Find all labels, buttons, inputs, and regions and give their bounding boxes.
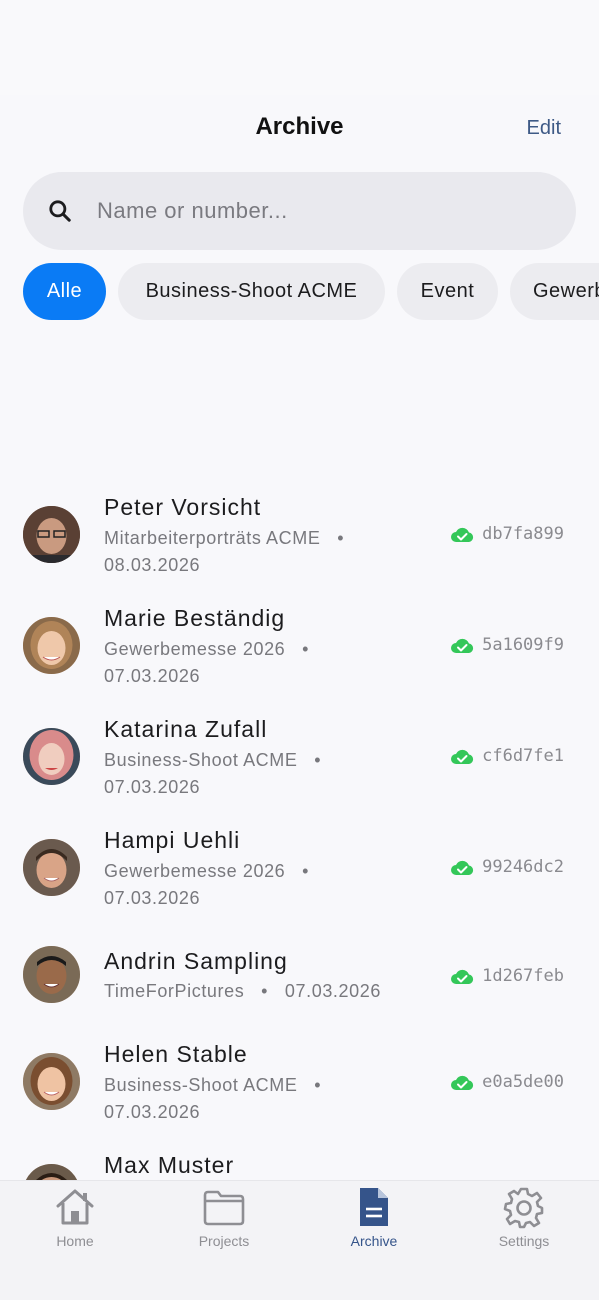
navigation-bar: Archive Edit <box>0 95 599 161</box>
cloud-check-icon <box>451 749 474 764</box>
avatar <box>23 617 80 674</box>
status-bar-area <box>0 0 599 95</box>
list-item[interactable]: Max Muster <box>0 1147 599 1180</box>
sync-status: 5a1609f9 <box>450 635 564 655</box>
filter-chip-gewerbemesse-2026[interactable]: Gewerbemesse 2026 <box>510 263 599 320</box>
sync-status: 99246dc2 <box>450 857 564 877</box>
list-item[interactable]: Marie Beständig Gewerbemesse 2026 • 07.0… <box>0 591 599 702</box>
page-title: Archive <box>255 113 344 140</box>
item-hash: db7fa899 <box>482 524 564 544</box>
item-name: Max Muster <box>104 1152 235 1178</box>
item-project: Business-Shoot ACME • <box>104 750 322 770</box>
item-hash: 1d267feb <box>482 966 564 986</box>
tab-settings-label: Settings <box>498 1233 550 1249</box>
search-bar[interactable] <box>23 172 576 250</box>
item-name: Helen Stable <box>104 1041 248 1067</box>
item-date: 07.03.2026 <box>104 666 201 686</box>
item-date: 07.03.2026 <box>104 777 201 797</box>
item-name: Peter Vorsicht <box>104 494 262 520</box>
item-date: 08.03.2026 <box>104 555 201 575</box>
tab-projects-label: Projects <box>198 1233 250 1249</box>
item-date: 07.03.2026 <box>104 1102 201 1122</box>
list-item[interactable]: Helen Stable Business-Shoot ACME • 07.03… <box>0 1036 599 1147</box>
avatar <box>23 506 80 563</box>
tab-archive[interactable]: Archive <box>314 1185 434 1249</box>
cloud-check-icon <box>451 638 474 653</box>
gear-icon <box>503 1187 544 1229</box>
filter-chips: Alle Business-Shoot ACME Event Gewerbeme… <box>23 263 599 320</box>
sync-status: 1d267feb <box>450 966 564 986</box>
avatar <box>23 839 80 896</box>
avatar <box>23 1164 80 1180</box>
item-project: Gewerbemesse 2026 • <box>104 639 310 659</box>
filter-chip-alle[interactable]: Alle <box>23 263 106 320</box>
tab-settings[interactable]: Settings <box>464 1185 584 1249</box>
item-project: Gewerbemesse 2026 • <box>104 861 310 881</box>
item-project: Business-Shoot ACME • <box>104 1075 322 1095</box>
item-hash: 99246dc2 <box>482 857 564 877</box>
cloud-check-icon <box>451 1075 474 1090</box>
avatar <box>23 728 80 785</box>
item-hash: e0a5de00 <box>482 1072 564 1092</box>
cloud-check-icon <box>451 527 474 542</box>
archive-list: Peter Vorsicht Mitarbeiterporträts ACME … <box>0 480 599 1180</box>
tab-projects[interactable]: Projects <box>164 1185 284 1249</box>
search-input[interactable] <box>97 172 547 250</box>
list-item[interactable]: Katarina Zufall Business-Shoot ACME • 07… <box>0 702 599 813</box>
item-hash: 5a1609f9 <box>482 635 564 655</box>
sync-status: e0a5de00 <box>450 1072 564 1092</box>
item-name: Katarina Zufall <box>104 716 268 742</box>
search-icon <box>49 200 71 222</box>
item-date: 07.03.2026 <box>104 888 201 908</box>
edit-button[interactable]: Edit <box>527 117 561 140</box>
avatar <box>23 1053 80 1110</box>
folder-icon <box>203 1190 245 1226</box>
item-name: Andrin Sampling <box>104 948 288 974</box>
item-hash: cf6d7fe1 <box>482 746 564 766</box>
tab-home[interactable]: Home <box>15 1185 135 1249</box>
item-project: Mitarbeiterporträts ACME • <box>104 528 345 548</box>
document-icon <box>360 1188 388 1226</box>
tab-archive-label: Archive <box>350 1233 398 1249</box>
avatar <box>23 946 80 1003</box>
item-name: Hampi Uehli <box>104 827 241 853</box>
tab-bar: Home Projects Archive Settings <box>0 1180 599 1300</box>
cloud-check-icon <box>451 969 474 984</box>
filter-chip-business-shoot-acme[interactable]: Business-Shoot ACME <box>118 263 385 320</box>
item-name: Marie Beständig <box>104 605 286 631</box>
item-project: TimeForPictures • 07.03.2026 <box>104 981 381 1001</box>
cloud-check-icon <box>451 860 474 875</box>
tab-home-label: Home <box>56 1233 94 1249</box>
list-item[interactable]: Hampi Uehli Gewerbemesse 2026 • 07.03.20… <box>0 813 599 924</box>
list-item[interactable]: Peter Vorsicht Mitarbeiterporträts ACME … <box>0 480 599 591</box>
sync-status: db7fa899 <box>450 524 564 544</box>
filter-chip-event[interactable]: Event <box>397 263 498 320</box>
sync-status: cf6d7fe1 <box>450 746 564 766</box>
list-item[interactable]: Andrin Sampling TimeForPictures • 07.03.… <box>0 924 599 1017</box>
home-icon <box>56 1189 94 1225</box>
